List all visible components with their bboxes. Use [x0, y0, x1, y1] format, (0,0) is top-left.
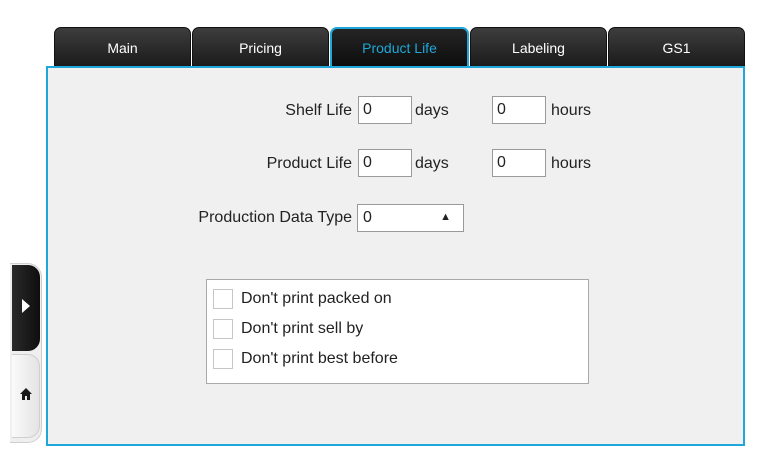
print-options-group: Don't print packed on Don't print sell b… [206, 279, 589, 384]
product-life-hours-unit: hours [551, 155, 592, 172]
production-data-type-value: 0 [363, 209, 372, 226]
tab-main[interactable]: Main [54, 27, 191, 67]
product-life-panel: Shelf Life days hours Product Life days … [46, 66, 745, 446]
product-life-days-unit: days [415, 155, 449, 172]
option-dont-print-packed-on[interactable]: Don't print packed on [213, 288, 392, 310]
home-button[interactable] [12, 354, 40, 438]
tab-product-life[interactable]: Product Life [330, 27, 469, 67]
option-label: Don't print sell by [241, 320, 364, 337]
shelf-life-hours-unit: hours [551, 102, 592, 119]
checkbox[interactable] [213, 319, 233, 339]
shelf-life-days-input[interactable] [358, 96, 412, 124]
shelf-life-hours-input[interactable] [492, 96, 546, 124]
option-dont-print-best-before[interactable]: Don't print best before [213, 348, 398, 370]
home-icon [19, 387, 33, 406]
production-data-type-label: Production Data Type [198, 209, 352, 226]
option-dont-print-sell-by[interactable]: Don't print sell by [213, 318, 363, 340]
shelf-life-days-unit: days [415, 102, 449, 119]
tab-labeling[interactable]: Labeling [470, 27, 607, 67]
tab-pricing[interactable]: Pricing [192, 27, 329, 67]
checkbox[interactable] [213, 289, 233, 309]
tab-gs1[interactable]: GS1 [608, 27, 745, 67]
option-label: Don't print packed on [241, 290, 392, 307]
product-life-hours-input[interactable] [492, 149, 546, 177]
product-life-days-input[interactable] [358, 149, 412, 177]
production-data-type-select[interactable]: 0 ▲︎ [357, 204, 464, 232]
tab-bar: Main Pricing Product Life Labeling GS1 [54, 27, 745, 67]
product-life-label: Product Life [266, 155, 352, 172]
option-label: Don't print best before [241, 350, 398, 367]
checkbox[interactable] [213, 349, 233, 369]
up-down-arrow-icon: ▲︎ [440, 211, 451, 223]
shelf-life-label: Shelf Life [285, 102, 352, 119]
expand-drawer-button[interactable] [12, 265, 40, 351]
chevron-right-icon [21, 298, 31, 319]
